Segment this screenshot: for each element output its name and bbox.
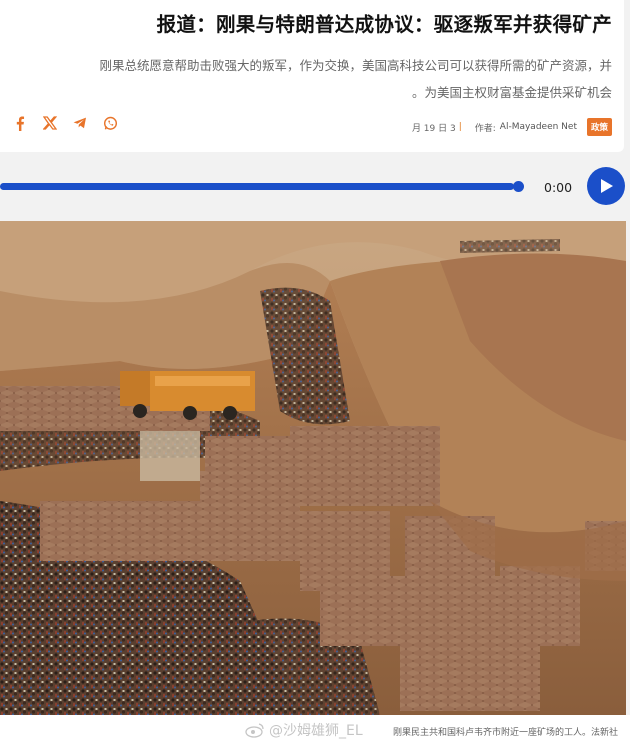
publish-date: 月 19 日 3 <box>411 123 456 134</box>
page-title: 报道：刚果与特朗普达成协议：驱逐叛军并获得矿产 <box>156 13 612 36</box>
facebook-icon[interactable] <box>12 115 28 131</box>
summary-line-2: 。为美国主权财富基金提供采矿机会 <box>411 85 612 100</box>
article-header: 报道：刚果与特朗普达成协议：驱逐叛军并获得矿产 刚果总统愿意帮助击败强大的叛军，… <box>0 0 624 152</box>
summary-line-1: 刚果总统愿意帮助击败强大的叛军，作为交换，美国高科技公司可以获得所需的矿产资源，… <box>99 58 612 73</box>
share-bar <box>12 115 118 131</box>
audio-progress-bar[interactable] <box>0 183 519 190</box>
article-photo <box>0 221 626 715</box>
photo-caption: 刚果民主共和国科卢韦齐市附近一座矿场的工人。法新社 <box>392 728 618 738</box>
play-button[interactable] <box>587 167 625 205</box>
audio-progress-fill <box>0 183 514 190</box>
watermark: @沙姆雄狮_EL <box>245 720 363 740</box>
whatsapp-icon[interactable] <box>102 115 118 131</box>
meta-separator: | <box>458 122 462 132</box>
telegram-icon[interactable] <box>72 115 88 131</box>
play-icon <box>601 179 613 193</box>
category-badge[interactable]: 政策 <box>586 118 612 136</box>
author-label: 作者: <box>474 123 496 134</box>
audio-time: 0:00 <box>544 180 573 195</box>
audio-progress-handle[interactable] <box>513 181 524 192</box>
watermark-text: @沙姆雄狮_EL <box>269 723 363 739</box>
article-meta: 月 19 日 3 | 作者: Al-Mayadeen Net 政策 <box>412 118 612 136</box>
mine-photo-image <box>0 221 626 715</box>
x-icon[interactable] <box>42 115 58 131</box>
author-name[interactable]: Al-Mayadeen Net <box>500 122 577 132</box>
weibo-icon <box>245 723 264 738</box>
